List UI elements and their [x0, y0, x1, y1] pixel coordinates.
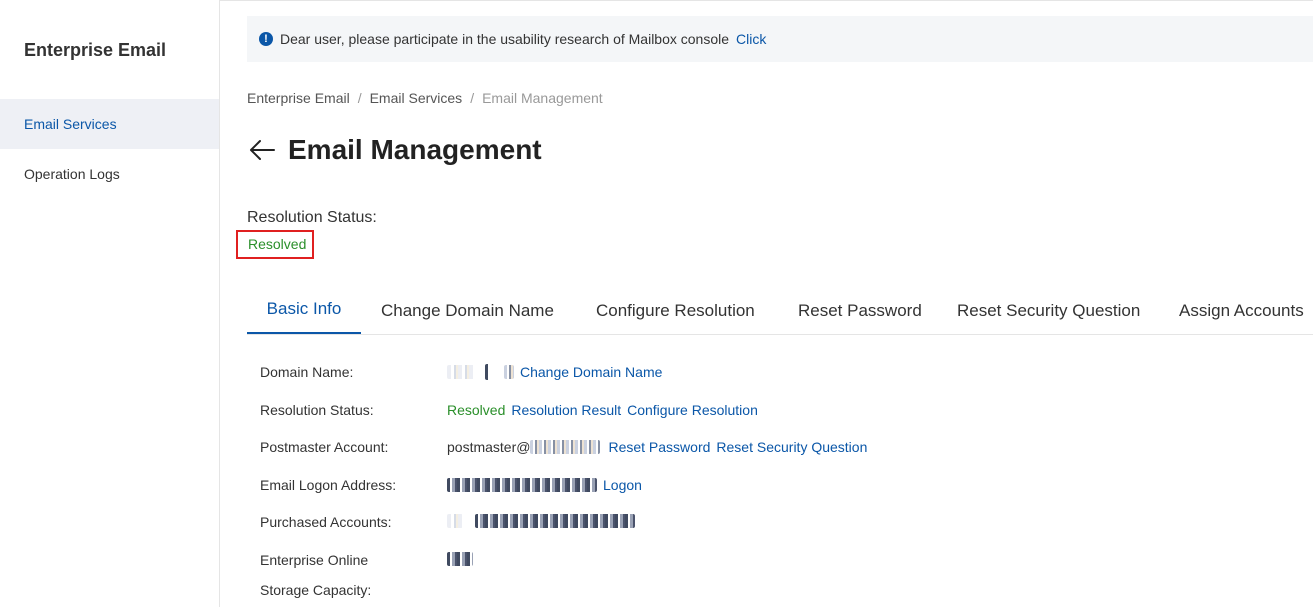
tab-configure-resolution[interactable]: Configure Resolution: [596, 290, 755, 334]
domain-name-value: Change Domain Name: [447, 364, 662, 380]
resolution-status-value: Resolved: [248, 236, 307, 252]
info-icon: !: [259, 32, 273, 46]
tab-reset-security-question[interactable]: Reset Security Question: [957, 290, 1140, 334]
logon-link[interactable]: Logon: [603, 477, 642, 493]
redacted-domain: [530, 440, 601, 454]
back-arrow-icon[interactable]: [247, 135, 277, 165]
breadcrumb-separator: /: [470, 90, 475, 106]
redacted-domain: [485, 364, 490, 380]
redacted-address: [447, 478, 597, 492]
postmaster-prefix: postmaster@: [447, 439, 531, 455]
breadcrumb-separator: /: [357, 90, 362, 106]
sidebar-item-email-services[interactable]: Email Services: [0, 99, 219, 149]
page-title: Email Management: [288, 134, 542, 165]
purchased-accounts-label: Purchased Accounts:: [260, 514, 392, 530]
resolution-status-row-value: Resolved Resolution Result Configure Res…: [447, 402, 758, 418]
reset-password-link[interactable]: Reset Password: [608, 439, 710, 455]
notice-text: Dear user, please participate in the usa…: [280, 31, 730, 47]
notice-banner: ! Dear user, please participate in the u…: [247, 16, 1313, 62]
redacted-count: [447, 514, 463, 528]
tab-basic-info[interactable]: Basic Info: [247, 290, 361, 334]
notice-click-link[interactable]: Click: [736, 31, 766, 47]
resolution-result-link[interactable]: Resolution Result: [511, 402, 621, 418]
storage-capacity-value: [447, 552, 473, 566]
redacted-domain: [504, 365, 514, 379]
postmaster-account-label: Postmaster Account:: [260, 439, 389, 455]
breadcrumb-item-enterprise-email[interactable]: Enterprise Email: [247, 90, 350, 106]
purchased-accounts-value: [447, 514, 635, 528]
redacted-count: [475, 514, 635, 528]
breadcrumb-item-email-management: Email Management: [482, 90, 603, 106]
tab-assign-accounts[interactable]: Assign Accounts: [1179, 290, 1304, 334]
configure-resolution-link[interactable]: Configure Resolution: [627, 402, 758, 418]
redacted-capacity: [447, 552, 473, 566]
enterprise-online-label: Enterprise Online: [260, 552, 369, 568]
reset-security-question-link[interactable]: Reset Security Question: [716, 439, 867, 455]
sidebar-item-operation-logs[interactable]: Operation Logs: [0, 149, 219, 199]
change-domain-name-link[interactable]: Change Domain Name: [520, 364, 662, 380]
redacted-domain: [447, 365, 475, 379]
tab-reset-password[interactable]: Reset Password: [798, 290, 922, 334]
email-logon-address-label: Email Logon Address:: [260, 477, 397, 493]
breadcrumb-item-email-services[interactable]: Email Services: [370, 90, 463, 106]
title-row: Email Management: [247, 134, 542, 166]
postmaster-account-value: postmaster@ Reset Password Reset Securit…: [447, 439, 867, 455]
tab-bar: Basic Info Change Domain Name Configure …: [247, 290, 1313, 335]
breadcrumb: Enterprise Email / Email Services / Emai…: [247, 90, 603, 106]
top-divider: [55, 0, 1313, 1]
tab-change-domain-name[interactable]: Change Domain Name: [381, 290, 554, 334]
sidebar: Enterprise Email Email Services Operatio…: [0, 0, 220, 607]
domain-name-label: Domain Name:: [260, 364, 354, 380]
resolution-status-row-label: Resolution Status:: [260, 402, 374, 418]
storage-capacity-label: Storage Capacity:: [260, 582, 372, 598]
resolution-status-resolved: Resolved: [447, 402, 506, 418]
resolution-status-label: Resolution Status:: [247, 209, 377, 226]
sidebar-title: Enterprise Email: [24, 40, 167, 60]
email-logon-address-value: Logon: [447, 477, 642, 493]
